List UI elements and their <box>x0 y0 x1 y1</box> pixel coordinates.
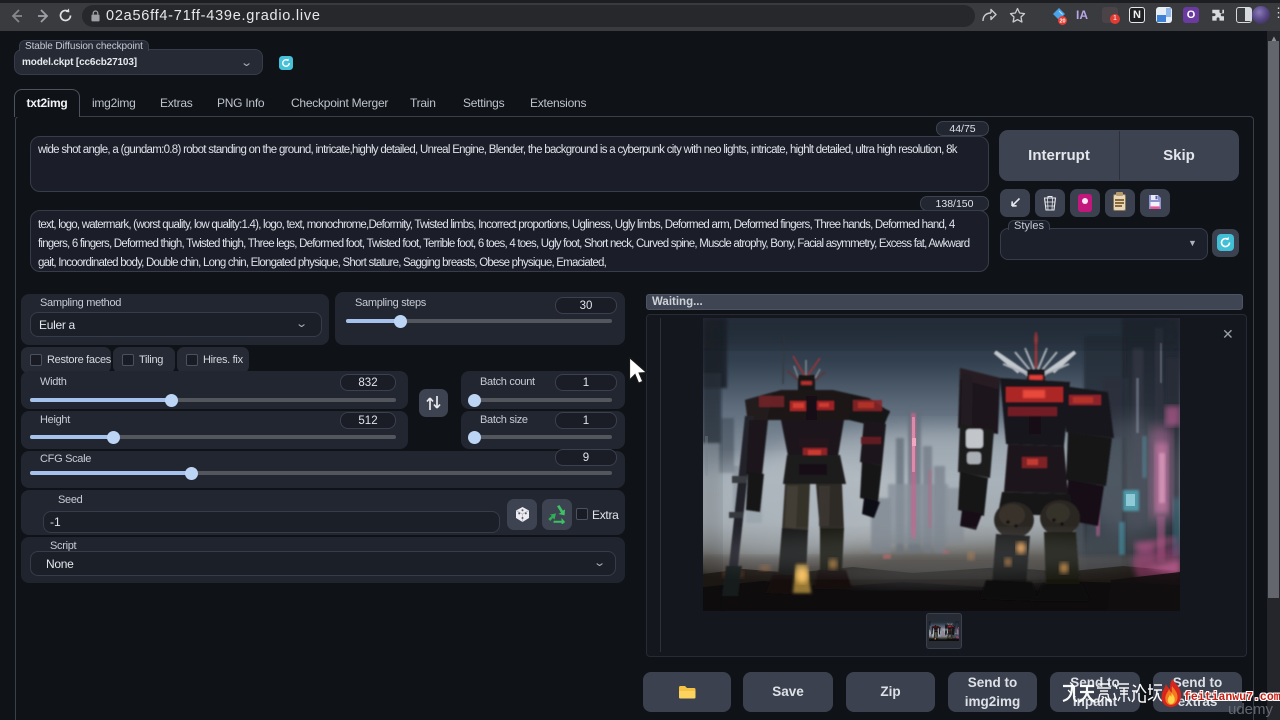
svg-text:20: 20 <box>1059 18 1065 24</box>
